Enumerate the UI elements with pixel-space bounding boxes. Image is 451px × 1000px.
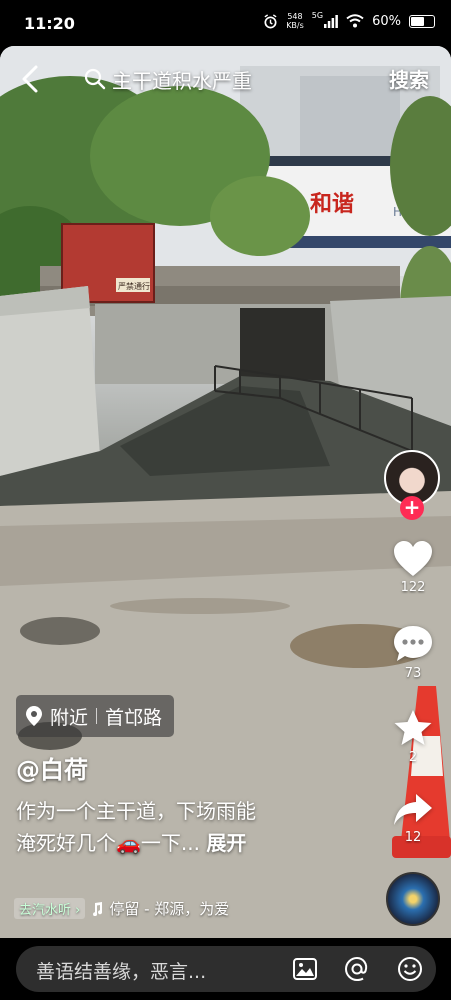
wifi-icon	[346, 14, 364, 28]
net-speed-unit: KB/s	[286, 21, 304, 30]
train-text: 和谐	[310, 192, 354, 217]
alarm-icon	[264, 13, 277, 28]
expand-link[interactable]: 展开	[206, 831, 246, 855]
caption-text: 淹死好几个	[16, 831, 116, 855]
author-name[interactable]: @白荷	[16, 750, 88, 785]
soda-music-tag[interactable]: 去汽水听 ›	[14, 898, 86, 919]
music-row[interactable]: 去汽水听 › 停留 - 郑源，为爱	[14, 898, 229, 919]
star-icon	[394, 710, 432, 745]
location-label: 附近	[50, 706, 89, 729]
battery-fill	[411, 16, 424, 26]
post-caption[interactable]: 作为一个主干道，下场雨能 淹死好几个🚗一下... 展开	[16, 795, 376, 859]
comment-input[interactable]: 善语结善缘，恶言...	[36, 957, 206, 984]
music-note-icon	[93, 901, 103, 916]
location-divider	[96, 708, 98, 724]
share-button[interactable]: 12	[390, 792, 436, 845]
caption-line-1: 作为一个主干道，下场雨能	[16, 799, 256, 823]
favorite-button[interactable]: 2	[390, 708, 436, 765]
comment-bubble-icon	[394, 626, 432, 661]
location-place: 首邙路	[105, 706, 163, 729]
comment-count: 73	[404, 666, 422, 681]
signal-indicator: 5G	[311, 10, 338, 28]
location-tag[interactable]: 附近 首邙路	[16, 695, 175, 737]
caption-text-end: 一下...	[140, 831, 200, 855]
status-bar: 11:20 548 KB/s 5G 60%	[0, 0, 451, 46]
soda-music-tag-label: 去汽水听	[19, 903, 72, 918]
top-search-bar: 主干道积水严重 搜索	[0, 52, 451, 106]
signal-bars-icon	[324, 14, 338, 28]
music-track: 停留 - 郑源，为爱	[109, 900, 230, 918]
comment-button[interactable]: 73	[390, 624, 436, 681]
net-speed-value: 548	[287, 12, 303, 21]
back-arrow-icon[interactable]	[18, 64, 44, 94]
status-icons: 548 KB/s 5G 60%	[263, 10, 435, 30]
emoji-icon[interactable]	[397, 956, 423, 982]
battery-percent: 60%	[372, 13, 401, 29]
heart-icon	[394, 541, 432, 576]
car-emoji-icon: 🚗	[116, 831, 141, 855]
status-time: 11:20	[24, 14, 75, 33]
search-button[interactable]: 搜索	[389, 64, 429, 93]
mention-icon[interactable]	[344, 956, 370, 982]
image-icon[interactable]	[292, 956, 318, 982]
location-pin-icon	[26, 706, 42, 726]
comment-bar: 善语结善缘，恶言...	[0, 938, 451, 1000]
warning-sign-text: 严禁通行	[118, 281, 150, 291]
caption-line-2: 淹死好几个🚗一下... 展开	[16, 827, 376, 859]
network-type: 5G	[311, 10, 324, 20]
battery-icon	[409, 14, 435, 28]
music-disc-icon[interactable]	[386, 872, 440, 926]
like-count: 122	[400, 580, 426, 595]
search-icon	[84, 68, 106, 90]
like-button[interactable]: 122	[390, 540, 436, 595]
favorite-count: 2	[408, 750, 418, 765]
follow-plus-icon[interactable]: +	[400, 496, 424, 520]
share-arrow-icon	[394, 794, 432, 825]
search-input[interactable]: 主干道积水严重	[112, 65, 252, 94]
net-speed: 548 KB/s	[286, 12, 304, 30]
share-count: 12	[404, 830, 422, 845]
